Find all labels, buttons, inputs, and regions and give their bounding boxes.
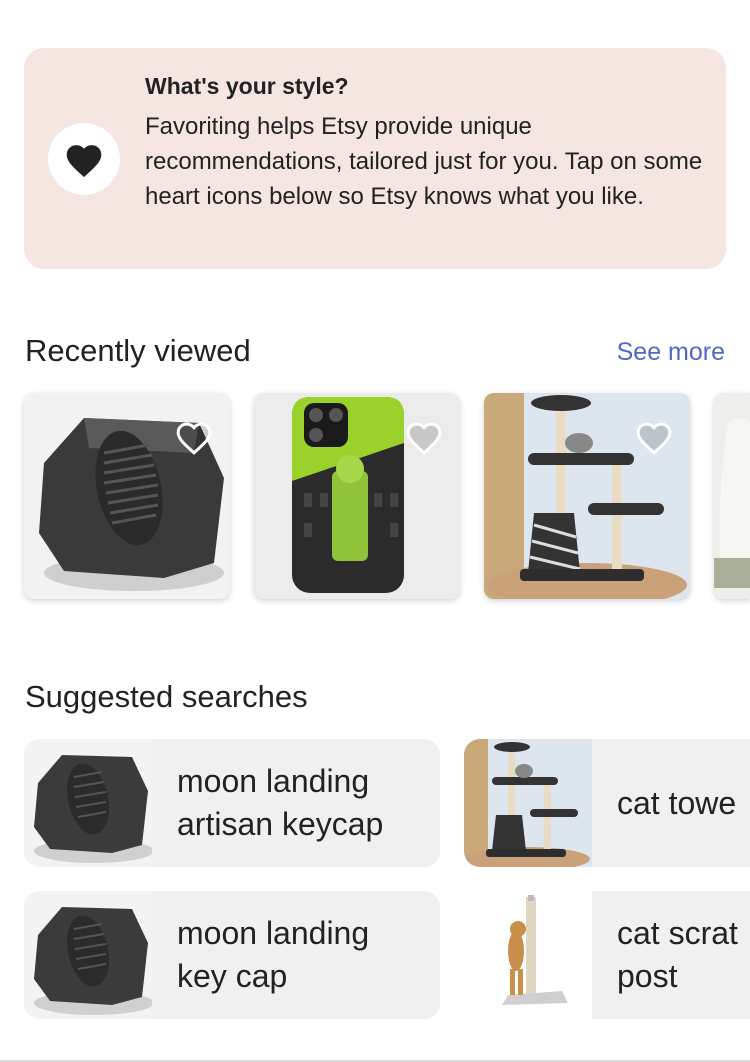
suggested-search-thumbnail (24, 739, 152, 867)
suggested-search-card[interactable]: moon landing artisan keycap (24, 739, 440, 867)
suggested-search-card[interactable]: moon landing key cap (24, 891, 440, 1019)
recently-viewed-item[interactable] (714, 393, 750, 599)
cat-tree-thumb-image (464, 739, 592, 867)
suggested-search-label: moon landing (177, 763, 370, 799)
recently-viewed-title: Recently viewed (25, 333, 251, 368)
style-promo-banner: What's your style? Favoriting helps Etsy… (24, 48, 726, 269)
see-more-link[interactable]: See more (617, 338, 725, 367)
recently-viewed-item[interactable] (254, 393, 460, 599)
suggested-search-card[interactable]: cat towe (464, 739, 750, 867)
suggested-search-label: moon landing (177, 915, 370, 951)
favorite-heart-icon[interactable] (634, 417, 674, 457)
promo-heart-badge (48, 123, 120, 195)
suggested-search-thumbnail (464, 891, 592, 1019)
suggested-search-thumbnail (24, 891, 152, 1019)
favorite-heart-icon[interactable] (404, 417, 444, 457)
suggested-search-label: cat scrat (617, 915, 738, 951)
keycap-thumb-image (24, 891, 152, 1019)
suggested-search-label: key cap (177, 958, 288, 994)
suggested-search-label: artisan keycap (177, 806, 384, 842)
recently-viewed-item[interactable] (24, 393, 230, 599)
recently-viewed-item[interactable] (484, 393, 690, 599)
suggested-search-label: post (617, 958, 678, 994)
suggested-search-thumbnail (464, 739, 592, 867)
favorite-heart-icon[interactable] (174, 417, 214, 457)
heart-icon (66, 145, 102, 178)
suggested-search-card[interactable]: cat scrat post (464, 891, 750, 1019)
suggested-search-label: cat towe (617, 785, 737, 821)
suggested-searches-title: Suggested searches (25, 679, 308, 714)
promo-heading: What's your style? (145, 73, 349, 99)
armchair-image (714, 393, 750, 599)
promo-body: Favoriting helps Etsy provide unique rec… (145, 113, 703, 210)
keycap-thumb-image (24, 739, 152, 867)
cat-scratching-post-image (464, 891, 592, 1019)
